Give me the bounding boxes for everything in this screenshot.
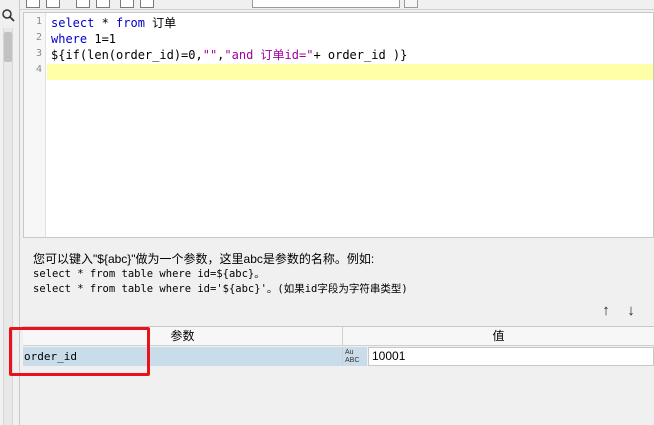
toolbar-icon-6[interactable] (140, 0, 154, 8)
sql-keyword: from (116, 16, 145, 30)
top-toolbar (20, 0, 654, 10)
code-line-3: ${if(len(order_id)=0,"","and 订单id="+ ord… (51, 47, 407, 63)
current-line-highlight (47, 64, 653, 80)
sql-dataset-editor-window: 1 2 3 4 select * from 订单 where 1=1 ${if(… (0, 0, 654, 425)
toolbar-icon-2[interactable] (46, 0, 60, 8)
formula-text: + order_id )} (313, 48, 408, 62)
toolbar-icon-5[interactable] (120, 0, 134, 8)
line-number-gutter: 1 2 3 4 (24, 13, 46, 237)
hint-example-1: select * from table where id=${abc}。 (33, 268, 265, 280)
toolbar-icon-3[interactable] (76, 0, 90, 8)
column-header-value[interactable]: 值 (343, 327, 654, 346)
sql-keyword: select (51, 16, 95, 30)
line-number: 2 (35, 32, 42, 43)
move-up-button[interactable]: ↑ (597, 302, 615, 320)
sql-keyword: where (51, 32, 88, 46)
hint-text: 您可以键入"${abc}"做为一个参数，这里abc是参数的名称。例如: (33, 252, 375, 266)
line-number: 3 (35, 48, 42, 59)
string-literal: "and 订单id=" (224, 48, 314, 62)
param-value-field[interactable]: 10001 (368, 347, 654, 366)
left-scrollbar-thumb[interactable] (4, 32, 12, 62)
value-type-icon[interactable]: Au ABC (343, 347, 367, 366)
value-type-icon-label: Au ABC (345, 349, 360, 364)
line-number: 4 (35, 64, 42, 75)
sql-table-name: 订单 (144, 16, 177, 30)
toolbar-combo-dropdown[interactable] (404, 0, 418, 8)
move-down-button[interactable]: ↓ (622, 302, 640, 320)
highlight-annotation-box (9, 327, 150, 376)
hint-example-2: select * from table where id='${abc}'。(如… (33, 283, 408, 295)
sql-condition: 1=1 (87, 32, 117, 46)
sql-operator: * (94, 16, 117, 30)
line-number: 1 (35, 16, 42, 27)
search-icon[interactable] (1, 8, 15, 22)
toolbar-combo[interactable] (252, 0, 400, 8)
sql-editor[interactable]: 1 2 3 4 select * from 订单 where 1=1 ${if(… (23, 12, 654, 238)
code-line-2: where 1=1 (51, 31, 116, 47)
code-line-1: select * from 订单 (51, 15, 176, 31)
toolbar-icon-1[interactable] (26, 0, 40, 8)
string-literal: "" (202, 48, 218, 62)
toolbar-icon-4[interactable] (96, 0, 110, 8)
formula-text: ${if(len(order_id)=0, (51, 48, 203, 62)
parameter-hint: 您可以键入"${abc}"做为一个参数，这里abc是参数的名称。例如: sele… (23, 244, 654, 324)
